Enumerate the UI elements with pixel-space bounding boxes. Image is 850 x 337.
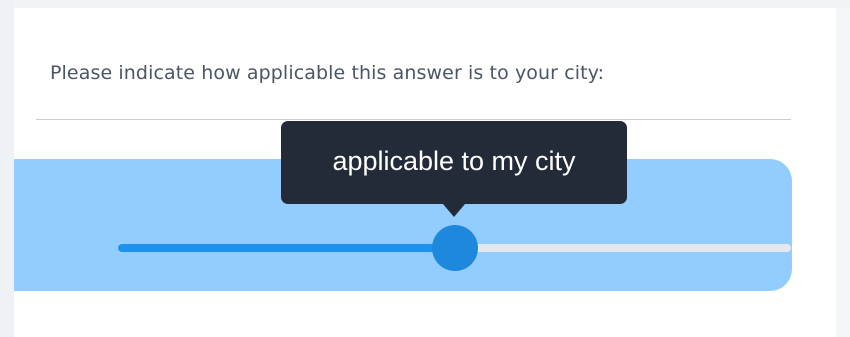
top-edge: [0, 0, 850, 8]
divider: [36, 119, 791, 120]
tooltip-label: applicable to my city: [332, 146, 576, 176]
left-edge: [0, 0, 14, 337]
slider-value-tooltip: applicable to my city: [281, 121, 627, 217]
tooltip-arrow: [443, 204, 465, 217]
slider-thumb[interactable]: [431, 225, 478, 271]
slider-track-fill: [118, 244, 455, 252]
question-prompt: Please indicate how applicable this answ…: [50, 62, 605, 84]
